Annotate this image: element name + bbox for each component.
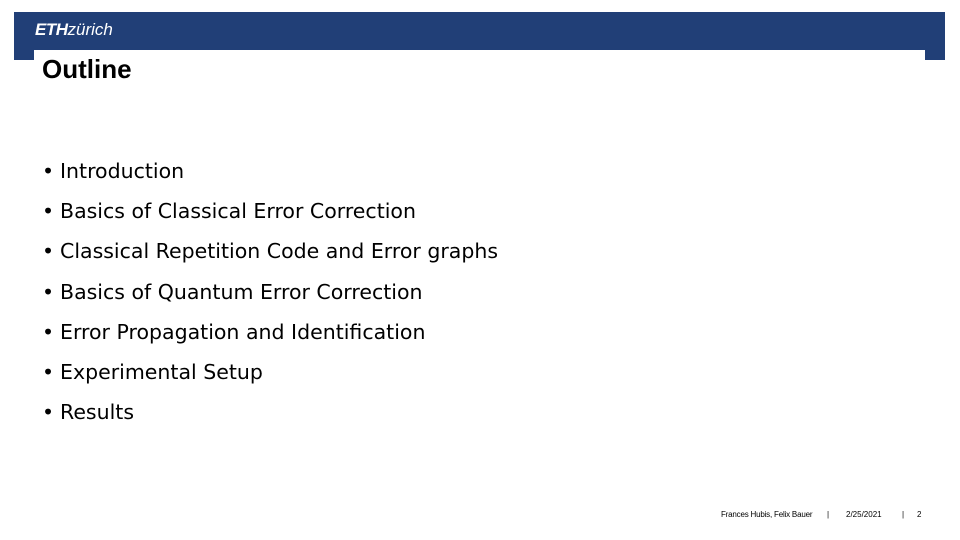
outline-item: • Classical Repetition Code and Error gra… [42, 231, 498, 271]
eth-zurich-logo: ETHzürich [35, 20, 113, 40]
logo-zurich: zürich [67, 20, 113, 39]
bullet-icon: • [42, 400, 55, 425]
footer-separator: | [902, 510, 905, 519]
outline-item-label: Error Propagation and Identification [60, 319, 426, 344]
header-banner-tab-left [14, 50, 34, 60]
bullet-icon: • [42, 319, 55, 344]
footer-page-number: 2 [917, 510, 922, 519]
outline-item: • Results [42, 392, 498, 432]
outline-item-label: Experimental Setup [60, 360, 263, 385]
header-banner-tab-right [925, 50, 945, 60]
outline-item-label: Classical Repetition Code and Error grap… [60, 239, 499, 264]
header-banner [14, 12, 945, 50]
footer-separator: | [827, 510, 830, 519]
outline-item: • Error Propagation and Identification [42, 312, 498, 352]
bullet-icon: • [42, 239, 55, 264]
outline-item: • Experimental Setup [42, 352, 498, 392]
outline-item-label: Introduction [60, 159, 185, 183]
bullet-icon: • [42, 279, 55, 304]
footer-authors: Frances Hubis, Felix Bauer [721, 510, 813, 519]
outline-item: • Basics of Classical Error Correction [42, 191, 498, 231]
outline-item: • Introduction [42, 151, 498, 191]
outline-item-label: Basics of Classical Error Correction [60, 199, 416, 224]
outline-item-label: Results [60, 400, 135, 425]
outline-item: • Basics of Quantum Error Correction [42, 272, 498, 312]
outline-item-label: Basics of Quantum Error Correction [60, 279, 423, 304]
slide-title: Outline [42, 54, 132, 84]
logo-eth: ETH [35, 20, 68, 39]
footer-date: 2/25/2021 [846, 510, 882, 519]
bullet-icon: • [42, 360, 55, 385]
bullet-icon: • [42, 159, 55, 183]
bullet-icon: • [42, 199, 55, 224]
outline-list: • Introduction • Basics of Classical Error… [42, 151, 498, 432]
